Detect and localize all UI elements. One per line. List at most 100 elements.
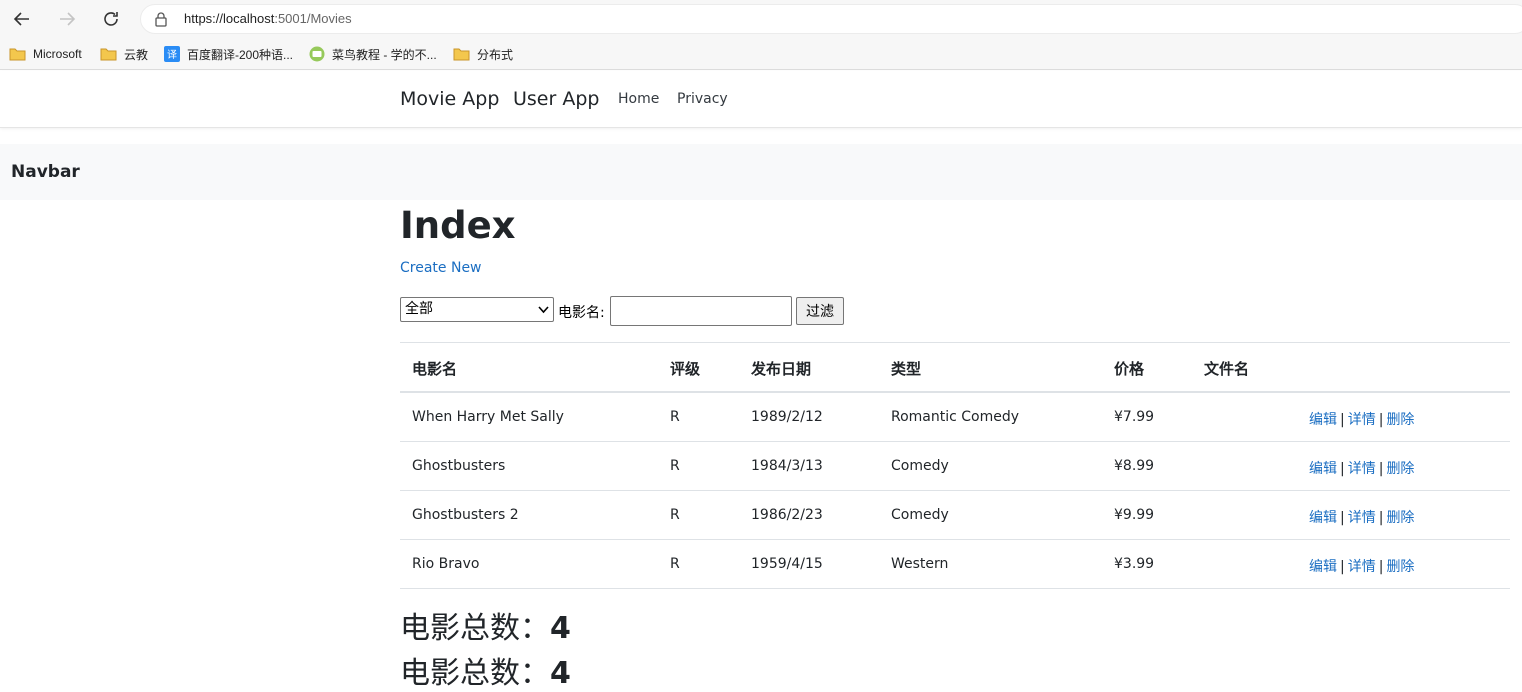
table-row: Ghostbusters R 1984/3/13 Comedy ¥8.99 编辑… — [400, 442, 1510, 491]
arrow-left-icon — [13, 12, 29, 26]
cell-rating: R — [670, 507, 680, 523]
cell-title: Rio Bravo — [412, 556, 480, 572]
svg-text:译: 译 — [167, 49, 177, 61]
cell-title: Ghostbusters — [412, 458, 506, 474]
back-button[interactable] — [10, 7, 34, 31]
navbar-brand[interactable]: Navbar — [11, 162, 80, 182]
cell-price: ¥8.99 — [1114, 458, 1155, 474]
cell-genre: Western — [891, 556, 949, 572]
nav-privacy[interactable]: Privacy — [677, 91, 728, 107]
cell-release-date: 1984/3/13 — [751, 458, 823, 474]
folder-icon — [453, 48, 470, 61]
delete-link[interactable]: 删除 — [1386, 510, 1414, 526]
row-actions: 编辑 | 详情 | 删除 — [1309, 556, 1414, 576]
title-search-input[interactable] — [610, 296, 792, 326]
cell-rating: R — [670, 458, 680, 474]
total-label: 电影总数： — [400, 656, 550, 691]
cell-genre: Comedy — [891, 507, 949, 523]
edit-link[interactable]: 编辑 — [1309, 461, 1337, 477]
details-link[interactable]: 详情 — [1348, 412, 1376, 428]
reload-button[interactable] — [99, 7, 123, 31]
action-separator: | — [1340, 559, 1345, 575]
action-separator: | — [1378, 510, 1384, 526]
row-actions: 编辑 | 详情 | 删除 — [1309, 507, 1414, 527]
edit-link[interactable]: 编辑 — [1309, 559, 1337, 575]
page-title: Index — [400, 204, 516, 247]
cell-price: ¥7.99 — [1114, 409, 1155, 425]
action-separator: | — [1378, 412, 1384, 428]
action-separator: | — [1378, 461, 1384, 477]
details-link[interactable]: 详情 — [1348, 461, 1376, 477]
arrow-right-icon — [60, 12, 76, 26]
chevron-down-icon — [538, 306, 549, 314]
genre-select[interactable]: 全部 — [400, 297, 554, 322]
browser-toolbar: https://localhost:5001/Movies — [0, 0, 1522, 38]
movie-total-count: 电影总数：4 — [400, 603, 571, 647]
cell-release-date: 1959/4/15 — [751, 556, 823, 572]
bookmark-label: Microsoft — [33, 47, 82, 61]
title-filter-label: 电影名: — [558, 305, 605, 321]
site-header: Movie App User App Home Privacy — [0, 71, 1522, 128]
bookmark-runoob[interactable]: 菜鸟教程 - 学的不... — [309, 44, 437, 64]
filter-button[interactable]: 过滤 — [796, 297, 844, 325]
details-link[interactable]: 详情 — [1348, 510, 1376, 526]
action-separator: | — [1340, 461, 1345, 477]
bookmark-fenbushi[interactable]: 分布式 — [453, 44, 513, 64]
delete-link[interactable]: 删除 — [1386, 559, 1414, 575]
cell-genre: Romantic Comedy — [891, 409, 1020, 425]
edit-link[interactable]: 编辑 — [1309, 412, 1337, 428]
url-host: https://localhost — [184, 11, 275, 26]
reload-icon — [104, 12, 118, 26]
total-value: 4 — [550, 656, 571, 691]
bookmark-yunjiao[interactable]: 云教 — [100, 44, 148, 64]
bookmarks-bar: Microsoft 云教 译 百度翻译-200种语... 菜鸟教程 - 学的不.… — [0, 38, 1522, 70]
cell-genre: Comedy — [891, 458, 949, 474]
cell-rating: R — [670, 409, 680, 425]
column-header-price: 价格 — [1114, 360, 1145, 378]
bookmark-label: 菜鸟教程 - 学的不... — [332, 47, 437, 62]
action-separator: | — [1340, 412, 1345, 428]
brand-movie-app[interactable]: Movie App — [400, 88, 499, 110]
movie-total-count: 电影总数：4 — [400, 648, 571, 692]
action-separator: | — [1340, 510, 1345, 526]
folder-icon — [100, 48, 117, 61]
edit-link[interactable]: 编辑 — [1309, 510, 1337, 526]
bookmark-microsoft[interactable]: Microsoft — [9, 44, 82, 64]
bookmark-label: 云教 — [124, 47, 149, 62]
genre-selected-value: 全部 — [405, 301, 433, 317]
action-separator: | — [1378, 559, 1384, 575]
brand-user-app[interactable]: User App — [513, 88, 599, 110]
table-row: Ghostbusters 2 R 1986/2/23 Comedy ¥9.99 … — [400, 491, 1510, 540]
delete-link[interactable]: 删除 — [1386, 412, 1414, 428]
row-actions: 编辑 | 详情 | 删除 — [1309, 409, 1414, 429]
column-header-genre: 类型 — [891, 360, 922, 378]
address-bar[interactable]: https://localhost:5001/Movies — [140, 4, 1522, 34]
delete-link[interactable]: 删除 — [1386, 461, 1414, 477]
column-header-rating: 评级 — [670, 360, 701, 378]
create-new-link[interactable]: Create New — [400, 260, 482, 276]
column-header-filename: 文件名 — [1204, 360, 1250, 378]
bookmark-baidu-translate[interactable]: 译 百度翻译-200种语... — [164, 44, 293, 64]
table-header-row: 电影名 评级 发布日期 类型 价格 文件名 — [400, 343, 1510, 393]
cell-price: ¥3.99 — [1114, 556, 1155, 572]
runoob-icon — [309, 46, 325, 62]
table-row: When Harry Met Sally R 1989/2/12 Romanti… — [400, 393, 1510, 442]
column-header-release-date: 发布日期 — [751, 360, 812, 378]
cell-price: ¥9.99 — [1114, 507, 1155, 523]
cell-release-date: 1986/2/23 — [751, 507, 823, 523]
movies-table: 电影名 评级 发布日期 类型 价格 文件名 When Harry Met Sal… — [400, 342, 1510, 589]
total-value: 4 — [550, 611, 571, 646]
cell-rating: R — [670, 556, 680, 572]
url-text: https://localhost:5001/Movies — [184, 11, 352, 26]
total-label: 电影总数： — [400, 611, 550, 646]
cell-title: When Harry Met Sally — [412, 409, 564, 425]
cell-title: Ghostbusters 2 — [412, 507, 519, 523]
forward-button[interactable] — [55, 7, 79, 31]
secondary-navbar: Navbar — [0, 144, 1522, 200]
nav-home[interactable]: Home — [618, 91, 659, 107]
translate-icon: 译 — [164, 46, 180, 62]
bookmark-label: 分布式 — [477, 47, 514, 62]
details-link[interactable]: 详情 — [1348, 559, 1376, 575]
row-actions: 编辑 | 详情 | 删除 — [1309, 458, 1414, 478]
column-header-title: 电影名 — [412, 360, 458, 378]
